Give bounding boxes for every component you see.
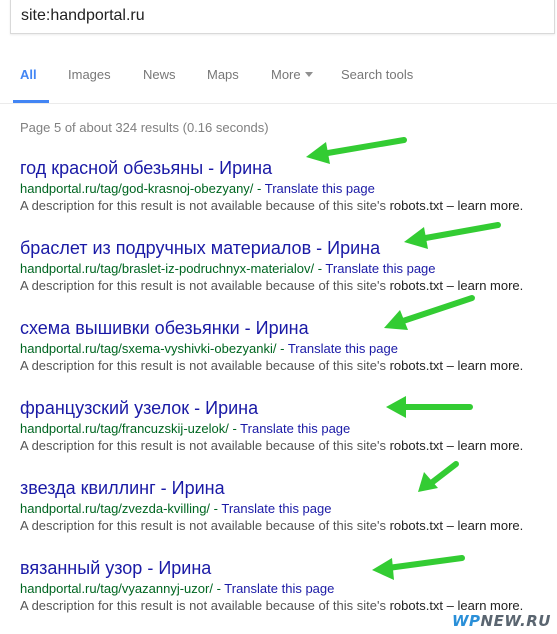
description-text: A description for this result is not ava… [20, 438, 386, 453]
result-stats: Page 5 of about 324 results (0.16 second… [20, 120, 269, 135]
learn-more-link[interactable]: – learn more. [447, 198, 524, 213]
result-url: handportal.ru/tag/braslet-iz-podruchnyx-… [20, 261, 315, 276]
result-description: A description for this result is not ava… [20, 437, 540, 454]
result-url-line: handportal.ru/tag/sxema-vyshivki-obezyan… [20, 341, 398, 356]
result-title-link[interactable]: год красной обезьяны - Ирина [20, 157, 540, 179]
result-url-line: handportal.ru/tag/braslet-iz-podruchnyx-… [20, 261, 436, 276]
green-arrow-icon [372, 555, 465, 580]
translate-link[interactable]: Translate this page [221, 501, 331, 516]
result-url-line: handportal.ru/tag/vyazannyj-uzor/ - Tran… [20, 581, 335, 596]
green-arrow-icon [404, 222, 501, 249]
search-result: год красной обезьяны - Ирина handportal.… [20, 157, 540, 214]
result-title-link[interactable]: звезда квиллинг - Ирина [20, 477, 540, 499]
learn-more-link[interactable]: – learn more. [447, 438, 524, 453]
result-url-line: handportal.ru/tag/zvezda-kvilling/ - Tra… [20, 501, 332, 516]
result-description: A description for this result is not ava… [20, 357, 540, 374]
logo-part-new: NEW.RU [480, 612, 551, 630]
learn-more-link[interactable]: – learn more. [447, 518, 524, 533]
translate-link[interactable]: Translate this page [265, 181, 375, 196]
learn-more-link[interactable]: – learn more. [447, 598, 524, 613]
result-description: A description for this result is not ava… [20, 197, 540, 214]
result-url: handportal.ru/tag/francuzskij-uzelok/ [20, 421, 229, 436]
green-arrow-icon [386, 396, 473, 418]
description-text: A description for this result is not ava… [20, 358, 386, 373]
robots-txt-link[interactable]: robots.txt [390, 518, 443, 533]
robots-txt-link[interactable]: robots.txt [390, 198, 443, 213]
translate-link[interactable]: Translate this page [325, 261, 435, 276]
search-box[interactable] [10, 0, 555, 34]
tab-news[interactable]: News [143, 67, 176, 82]
result-url-line: handportal.ru/tag/god-krasnoj-obezyany/ … [20, 181, 375, 196]
search-tabs: All Images News Maps More Search tools [0, 40, 557, 104]
description-text: A description for this result is not ava… [20, 198, 386, 213]
result-url: handportal.ru/tag/zvezda-kvilling/ [20, 501, 211, 516]
green-arrow-icon [384, 295, 475, 330]
tab-more-label: More [271, 67, 301, 82]
robots-txt-link[interactable]: robots.txt [390, 598, 443, 613]
tab-search-tools[interactable]: Search tools [341, 67, 413, 82]
translate-link[interactable]: Translate this page [240, 421, 350, 436]
learn-more-link[interactable]: – learn more. [447, 358, 524, 373]
result-url: handportal.ru/tag/sxema-vyshivki-obezyan… [20, 341, 277, 356]
caret-down-icon [304, 72, 313, 77]
translate-link[interactable]: Translate this page [288, 341, 398, 356]
result-url: handportal.ru/tag/god-krasnoj-obezyany/ [20, 181, 254, 196]
robots-txt-link[interactable]: robots.txt [390, 358, 443, 373]
active-tab-indicator [13, 100, 49, 103]
green-arrow-icon [418, 461, 459, 492]
search-result: звезда квиллинг - Ирина handportal.ru/ta… [20, 477, 540, 534]
tab-all[interactable]: All [20, 67, 37, 82]
description-text: A description for this result is not ava… [20, 278, 386, 293]
result-description: A description for this result is not ava… [20, 517, 540, 534]
search-input[interactable] [11, 0, 554, 33]
tab-images[interactable]: Images [68, 67, 111, 82]
result-url: handportal.ru/tag/vyazannyj-uzor/ [20, 581, 213, 596]
wpnew-logo: WPNEW.RU [452, 612, 551, 630]
robots-txt-link[interactable]: robots.txt [390, 438, 443, 453]
green-arrow-icon [306, 137, 407, 164]
description-text: A description for this result is not ava… [20, 518, 386, 533]
search-bar [0, 0, 557, 40]
description-text: A description for this result is not ava… [20, 598, 386, 613]
translate-link[interactable]: Translate this page [224, 581, 334, 596]
tab-more[interactable]: More [271, 67, 313, 82]
result-url-line: handportal.ru/tag/francuzskij-uzelok/ - … [20, 421, 351, 436]
logo-part-wp: WP [451, 612, 481, 630]
tab-maps[interactable]: Maps [207, 67, 239, 82]
